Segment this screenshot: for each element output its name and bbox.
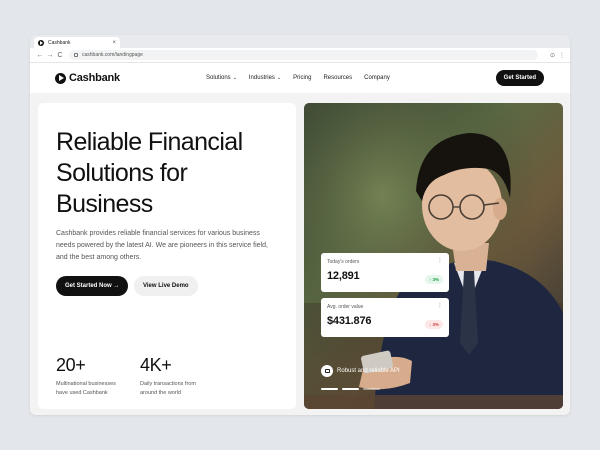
avg-order-value-card: Avg. order value $431.876 ⋮ ↓ 3%	[321, 298, 449, 337]
stat-transactions: 4K+ Daily transactions from around the w…	[140, 355, 212, 398]
api-icon	[321, 365, 333, 377]
tab-title: Cashbank	[48, 39, 71, 46]
todays-orders-card: Today's orders 12,891 ⋮ ↑ 3%	[321, 253, 449, 292]
carousel-dot[interactable]	[363, 388, 380, 390]
get-started-now-button[interactable]: Get Started Now →	[56, 276, 129, 296]
main-menu: Solutions ⌄ Industries ⌄ Pricing Resources…	[206, 63, 390, 93]
url-text: cashbank.com/landingpage	[82, 52, 143, 58]
extensions-icon[interactable]: ⊙	[550, 52, 555, 59]
view-live-demo-button[interactable]: View Live Demo	[134, 276, 198, 296]
metric-label: Today's orders	[327, 259, 360, 265]
menu-item-solutions[interactable]: Solutions ⌄	[206, 75, 237, 81]
hero-content-card: Reliable Financial Solutions for Busines…	[38, 103, 296, 409]
trend-down-badge: ↓ 3%	[424, 320, 443, 329]
stat-label: Daily transactions from around the world	[140, 381, 196, 396]
close-tab-icon[interactable]: ×	[112, 40, 116, 46]
chevron-down-icon: ⌄	[276, 75, 282, 81]
carousel-indicators	[321, 388, 380, 390]
menu-item-resources[interactable]: Resources	[323, 75, 352, 81]
favicon-icon	[38, 39, 44, 46]
browser-tab[interactable]: Cashbank ×	[34, 37, 120, 48]
stat-value: 4K+	[140, 355, 172, 375]
browser-menu-icon[interactable]: ⋮	[559, 52, 565, 59]
caption-text: Robust and reliable API	[337, 368, 400, 374]
logo-icon	[55, 72, 66, 84]
image-caption: Robust and reliable API	[321, 365, 400, 377]
carousel-dot[interactable]	[342, 388, 359, 390]
hero-description: Cashbank provides reliable financial ser…	[56, 230, 268, 261]
more-options-icon[interactable]: ⋮	[437, 257, 443, 264]
forward-icon[interactable]: →	[45, 52, 55, 59]
back-icon[interactable]: ←	[35, 52, 45, 59]
lock-icon	[74, 53, 78, 57]
menu-item-industries[interactable]: Industries ⌄	[249, 75, 281, 81]
stat-businesses: 20+ Multinational businesses have used C…	[56, 355, 128, 398]
more-options-icon[interactable]: ⋮	[437, 302, 443, 309]
metric-label: Avg. order value	[327, 304, 364, 310]
get-started-button[interactable]: Get Started	[495, 70, 544, 86]
tab-bar: Cashbank ×	[30, 35, 570, 48]
menu-item-company[interactable]: Company	[364, 75, 390, 81]
hero-title: Reliable Financial Solutions for Busines…	[56, 128, 243, 218]
chevron-down-icon: ⌄	[232, 75, 237, 81]
site-header: Cashbank Solutions ⌄ Industries ⌄ Pricing …	[30, 63, 570, 93]
browser-window: Cashbank × ← → C cashbank.com/landingpag…	[30, 35, 570, 415]
hero-photo-panel: Today's orders 12,891 ⋮ ↑ 3% Avg. order …	[304, 103, 563, 409]
browser-toolbar: ← → C cashbank.com/landingpage ⊙ ⋮	[30, 48, 570, 63]
reload-icon[interactable]: C	[55, 52, 65, 59]
brand-name: Cashbank	[69, 72, 120, 84]
stat-value: 20+	[56, 355, 86, 375]
stat-label: Multinational businesses have used Cashb…	[56, 381, 116, 396]
carousel-dot[interactable]	[321, 388, 338, 390]
brand-logo[interactable]: Cashbank	[55, 72, 120, 84]
trend-up-badge: ↑ 3%	[424, 275, 443, 284]
address-bar[interactable]: cashbank.com/landingpage	[69, 50, 538, 60]
menu-item-pricing[interactable]: Pricing	[293, 75, 311, 81]
